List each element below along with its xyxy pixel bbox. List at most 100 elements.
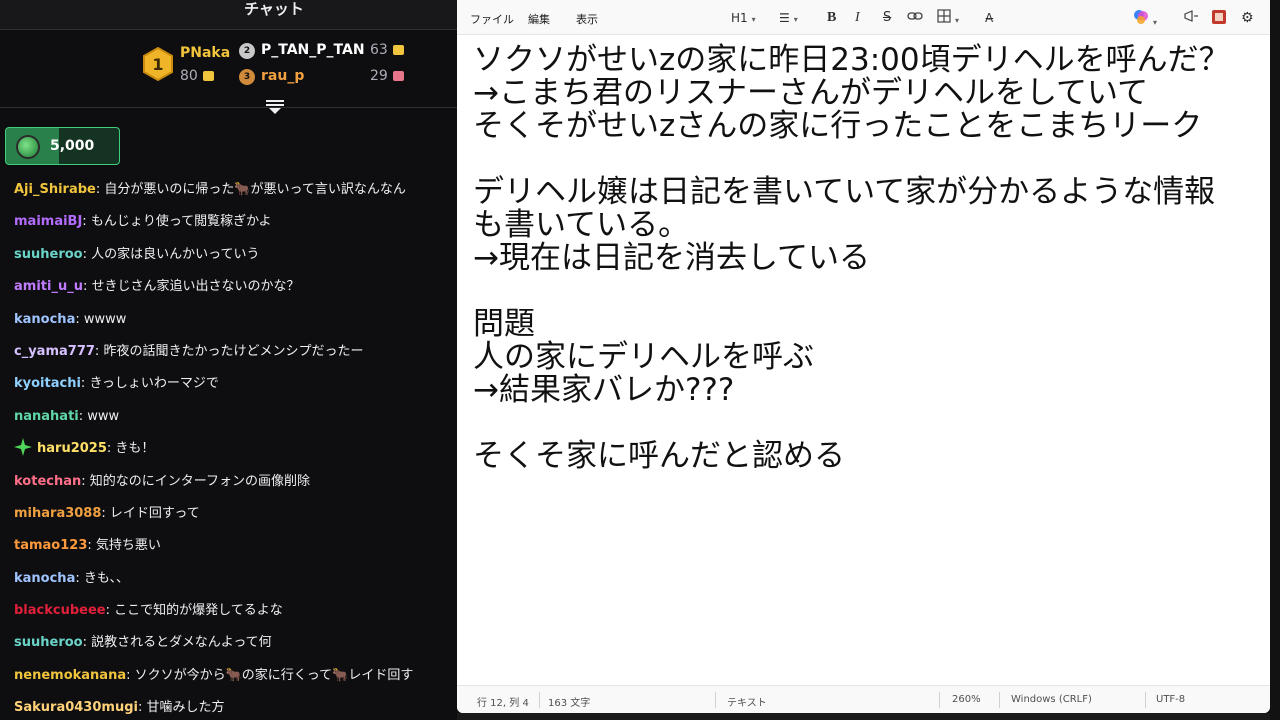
- copilot-dropdown[interactable]: ▾: [1133, 9, 1157, 27]
- text-format[interactable]: テキスト: [727, 694, 767, 709]
- clear-formatting-icon: A̶: [985, 11, 994, 25]
- editor-line: デリヘル嬢は日記を書いていて家が分かるような情報: [473, 174, 1216, 210]
- editor-line: そくそ家に呼んだと認める: [473, 438, 845, 474]
- notepad-window: ファイル 編集 表示 H1 ▾ ☰ ▾ B I S ▾ A̶ ▾ ⚙ ソクソがせいz…: [457, 0, 1270, 713]
- chat-username[interactable]: suuheroo: [14, 635, 83, 650]
- announcements-button[interactable]: [1183, 9, 1199, 27]
- chat-title: チャット: [244, 0, 304, 18]
- chat-message: mihara3088: レイド回すって: [0, 500, 457, 532]
- chat-message: maimaiBJ: もんじょり使って閲覧稼ぎかよ: [0, 208, 457, 240]
- screen-right-edge: [1270, 0, 1280, 720]
- menu-file[interactable]: ファイル: [470, 11, 514, 27]
- leaderboard-first-name[interactable]: PNaka: [180, 45, 230, 61]
- status-divider: [539, 692, 540, 708]
- chat-message-text: レイド回すって: [109, 505, 200, 521]
- status-bar: 行 12, 列 4 163 文字 テキスト 260% Windows (CRLF…: [457, 685, 1270, 713]
- chat-message: haru2025: きも！: [0, 435, 457, 467]
- chat-username[interactable]: amiti_u_u: [14, 279, 83, 294]
- chat-separator: :: [82, 246, 92, 262]
- leaderboard-second-count: 63: [370, 42, 404, 58]
- link-icon: [907, 12, 923, 20]
- leaderboard-second-name[interactable]: P_TAN_P_TAN: [261, 42, 365, 58]
- italic-button[interactable]: I: [855, 9, 860, 27]
- chat-username[interactable]: tamao123: [14, 538, 87, 553]
- table-icon: [937, 9, 951, 23]
- chat-username[interactable]: nanahati: [14, 409, 79, 424]
- text-editor[interactable]: ソクソがせいzの家に昨日23:00頃デリヘルを呼んだ？ →こまち君のリスナーさんが…: [473, 44, 1263, 473]
- gift-icon: [392, 45, 404, 55]
- chat-username[interactable]: Aji_Shirabe: [14, 182, 96, 197]
- line-ending[interactable]: Windows (CRLF): [1011, 694, 1092, 705]
- chat-message: suuheroo: 人の家は良いんかいっていう: [0, 241, 457, 273]
- chat-username[interactable]: kanocha: [14, 571, 75, 586]
- chat-username[interactable]: kyoitachi: [14, 376, 81, 391]
- clear-formatting-button[interactable]: A̶: [985, 9, 993, 27]
- gift-icon: [392, 71, 404, 81]
- chat-message-text: 甘噛みした方: [146, 700, 225, 716]
- gear-icon: ⚙: [1241, 10, 1254, 26]
- chat-separator: :: [78, 408, 88, 424]
- chat-message-text: www: [87, 408, 120, 424]
- chat-message: kanocha: きも、、: [0, 565, 457, 597]
- status-divider: [1145, 692, 1146, 708]
- encoding[interactable]: UTF-8: [1156, 694, 1185, 705]
- chat-username[interactable]: Sakura0430mugi: [14, 700, 138, 715]
- chat-username[interactable]: maimaiBJ: [14, 214, 82, 229]
- chevron-down-icon: ▾: [751, 15, 756, 24]
- chat-username[interactable]: suuheroo: [14, 247, 83, 262]
- chat-message-text: 説教されるとダメなんよって何: [91, 635, 272, 651]
- chevron-down-icon: ▾: [955, 16, 960, 25]
- leaderboard-third-count-value: 29: [370, 68, 388, 84]
- chat-panel: チャット 1 PNaka 80 2 P_TAN_P_TAN 63 3 rau_p…: [0, 0, 457, 720]
- link-button[interactable]: [907, 9, 923, 27]
- cursor-position: 行 12, 列 4: [477, 698, 529, 709]
- gift-leaderboard: 1 PNaka 80 2 P_TAN_P_TAN 63 3 rau_p 29: [0, 31, 457, 114]
- chat-message: nenemokanana: ソクソが今から🐂の家に行くって🐂レイド回す: [0, 662, 457, 694]
- chat-username[interactable]: c_yama777: [14, 344, 95, 359]
- table-dropdown[interactable]: ▾: [937, 9, 959, 27]
- chat-username[interactable]: kotechan: [14, 474, 81, 489]
- chat-separator: :: [75, 311, 84, 327]
- editor-line: →現在は日記を消去している: [473, 240, 871, 276]
- account-button[interactable]: [1211, 9, 1227, 27]
- chat-message: c_yama777: 昨夜の話聞きたかったけどメンシプだったー: [0, 338, 457, 370]
- character-count: 163 文字: [548, 698, 591, 709]
- chat-message-text: wwww: [83, 311, 127, 327]
- status-divider: [999, 692, 1000, 708]
- editor-line: ソクソがせいzの家に昨日23:00頃デリヘルを呼んだ？: [473, 42, 1230, 78]
- heading-dropdown[interactable]: H1 ▾: [731, 9, 756, 27]
- chat-separator: :: [87, 538, 96, 554]
- expand-leaderboard-icon[interactable]: [266, 100, 284, 114]
- leaderboard-first-count: 80: [180, 68, 214, 84]
- chat-username[interactable]: nenemokanana: [14, 668, 126, 683]
- zoom-level[interactable]: 260%: [952, 694, 981, 705]
- heading-dropdown-label: H1: [731, 11, 748, 25]
- chat-username[interactable]: kanocha: [14, 312, 75, 327]
- svg-text:1: 1: [152, 55, 163, 74]
- editor-line: →こまち君のリスナーさんがデリヘルをしていて: [473, 75, 1149, 111]
- bold-button[interactable]: B: [827, 9, 836, 27]
- menu-edit[interactable]: 編集: [528, 11, 550, 27]
- strikethrough-button[interactable]: S: [883, 9, 891, 27]
- chat-message: kanocha: wwww: [0, 306, 457, 338]
- editor-line: 問題: [473, 306, 535, 342]
- channel-points-icon: [16, 135, 40, 159]
- chat-username[interactable]: haru2025: [37, 441, 107, 456]
- menu-view[interactable]: 表示: [576, 11, 598, 27]
- chat-message: kyoitachi: きっしょいわーマジで: [0, 370, 457, 402]
- leaderboard-third-name[interactable]: rau_p: [261, 68, 304, 84]
- chat-username[interactable]: mihara3088: [14, 506, 101, 521]
- chat-message-text: きっしょいわーマジで: [89, 376, 219, 392]
- channel-points-button[interactable]: 5,000: [5, 127, 120, 165]
- sparkle-badge-icon: [14, 438, 32, 457]
- list-dropdown[interactable]: ☰ ▾: [779, 9, 798, 27]
- leaderboard-third-count: 29: [370, 68, 404, 84]
- chat-message: Sakura0430mugi: 甘噛みした方: [0, 694, 457, 720]
- settings-button[interactable]: ⚙: [1241, 9, 1254, 27]
- chat-username[interactable]: blackcubeee: [14, 603, 106, 618]
- chat-message-text: 自分が悪いのに帰った🐂が悪いって言い訳なんなん: [104, 182, 406, 197]
- editor-line: も書いている。: [473, 207, 690, 243]
- chevron-down-icon: ▾: [793, 15, 798, 24]
- leaderboard-second-count-value: 63: [370, 42, 388, 58]
